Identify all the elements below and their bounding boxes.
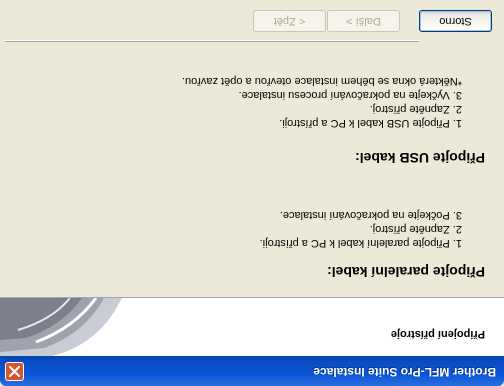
next-button[interactable]: Další > (327, 10, 400, 32)
close-icon (8, 365, 21, 378)
header-title: Připojení přístroje (390, 328, 485, 340)
parallel-cable-heading: Připojte paralelní kabel: (327, 264, 485, 280)
usb-step-2: 2. Zapněte přístroj. (369, 103, 462, 115)
usb-cable-heading: Připojte USB kabel: (355, 150, 485, 166)
installer-window: Brother MFL-Pro Suite Instalace Připojen… (0, 0, 504, 386)
button-separator (5, 40, 419, 42)
parallel-step-2: 2. Zapněte přístroj. (369, 223, 462, 235)
rotated-screen: Brother MFL-Pro Suite Instalace Připojen… (0, 0, 504, 386)
parallel-step-1: 1. Připojte paralelní kabel k PC a příst… (259, 237, 462, 249)
cancel-button[interactable]: Storno (419, 10, 492, 32)
window-title: Brother MFL-Pro Suite Instalace (313, 365, 496, 379)
parallel-step-3: 3. Počkejte na pokračování instalace. (279, 209, 462, 221)
back-button[interactable]: < Zpět (253, 10, 326, 32)
usb-step-1: 1. Připojte USB kabel k PC a přístroji. (279, 117, 462, 129)
usb-step-3: 3. Vyčkejte na pokračování procesu insta… (238, 89, 462, 101)
dialog-header: Připojení přístroje (0, 297, 504, 356)
close-button[interactable] (5, 362, 24, 381)
swoosh-logo (0, 298, 122, 356)
title-bar[interactable]: Brother MFL-Pro Suite Instalace (0, 356, 504, 386)
usb-note: *Některá okna se během instalace otevřou… (181, 75, 462, 87)
